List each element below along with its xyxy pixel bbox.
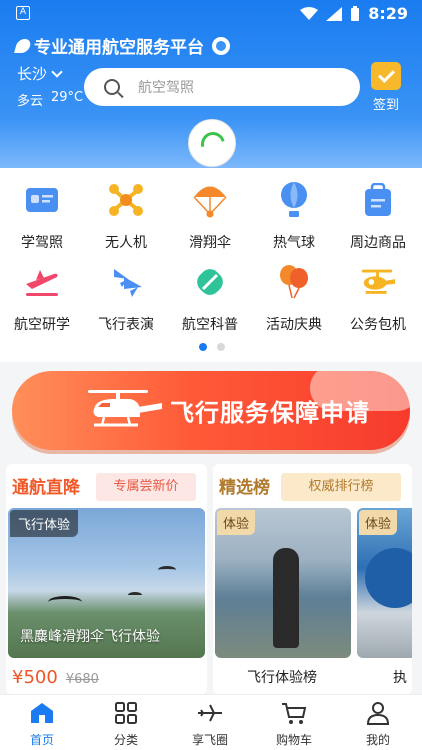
ranking-card[interactable]: 精选榜 权威排行榜 体验 体验 飞行体验榜 执 [213,464,412,694]
grid-icon [115,702,137,724]
card-title: 精选榜 [219,478,270,498]
paraglider-shape [48,596,82,608]
wifi-icon [300,6,319,20]
banner-title: 飞行服务保障申请 [170,399,370,427]
weather-desc: 多云 [17,94,44,109]
status-time: 8:29 [368,4,408,23]
helicopter-icon [88,390,162,427]
jets-icon [108,264,144,300]
signal-icon [326,6,343,21]
price-row: ¥500 ¥680 [12,667,99,688]
brand-logo: 专业通用航空服务平台 [14,33,230,58]
promo-card[interactable]: 通航直降 专属尝新价 飞行体验 黑麋峰滑翔伞飞行体验 ¥500 ¥680 [6,464,207,694]
airplane-takeoff-icon [24,264,60,300]
ranking-photo[interactable]: 体验 [215,508,351,658]
home-icon [31,703,53,723]
city-name: 长沙 [17,65,48,83]
tab-home[interactable]: 首页 [12,701,72,748]
photo-badge: 体验 [217,510,256,535]
search-bar[interactable]: 航空驾照 [84,68,360,106]
user-icon [366,702,390,725]
category-item[interactable]: 学驾照 [0,182,84,252]
photo-caption: 黑麋峰滑翔伞飞行体验 [20,629,160,645]
science-icon [192,264,228,300]
tab-cart[interactable]: 购物车 [264,701,324,748]
license-card-icon [24,182,60,218]
checkin-label: 签到 [372,98,399,113]
card-tag[interactable]: 权威排行榜 [281,473,401,501]
original-price: ¥680 [65,672,99,687]
weather-info: 多云 29°C [17,90,83,109]
status-bar: A 8:29 [0,0,422,30]
calendar-check-icon [371,62,401,90]
cart-icon [282,703,307,724]
category-item[interactable]: 航空科普 [168,264,252,334]
parachute-icon [192,182,228,218]
page-indicator [199,343,225,351]
flight-service-banner[interactable]: 飞行服务保障申请 [12,371,410,450]
category-item[interactable]: 公务包机 [336,264,420,334]
photo-badge: 体验 [359,510,398,535]
airplane-icon [198,704,222,722]
tab-community[interactable]: 享飞圈 [180,701,240,748]
product-photo[interactable]: 飞行体验 黑麋峰滑翔伞飞行体验 [8,508,205,658]
photo-badge: 飞行体验 [10,510,79,537]
city-selector[interactable]: 长沙 [17,63,63,84]
page-dot-active[interactable] [199,343,207,351]
paraglider-shape [158,566,176,574]
ranking-photo[interactable]: 体验 [357,508,412,658]
category-item[interactable]: 无人机 [84,182,168,252]
category-item[interactable]: 活动庆典 [252,264,336,334]
search-placeholder: 航空驾照 [138,80,194,96]
category-item[interactable]: 滑翔伞 [168,182,252,252]
checkin-button[interactable]: 签到 [369,62,403,113]
ranking-caption: 执 [393,670,407,686]
page-dot[interactable] [217,343,225,351]
category-item[interactable]: 飞行表演 [84,264,168,334]
loading-spinner [188,119,236,167]
hot-air-balloon-icon [276,182,312,218]
card-tag[interactable]: 专属尝新价 [96,473,196,501]
card-title: 通航直降 [12,478,80,498]
status-icons: 8:29 [300,4,408,23]
shopping-bag-icon [360,182,396,218]
person-shape [273,548,299,648]
ranking-caption: 飞行体验榜 [247,670,317,686]
brand-slogan: 专业通用航空服务平台 [34,38,204,58]
tab-category[interactable]: 分类 [96,701,156,748]
app-indicator-icon: A [16,6,30,20]
paraglider-shape [128,592,142,598]
fan-icon [212,36,230,55]
chevron-down-icon [51,65,63,78]
search-icon [104,79,120,95]
brand-mark-icon [14,38,32,53]
aircraft-shape [365,548,412,608]
temperature: 29°C [51,90,84,105]
balloons-icon [276,264,312,300]
category-item[interactable]: 周边商品 [336,182,420,252]
category-grid: 学驾照 无人机 滑翔伞 热气球 周边商品 航空研学 飞行表演 航空科普 活动庆典… [0,168,422,362]
category-item[interactable]: 热气球 [252,182,336,252]
tab-profile[interactable]: 我的 [348,701,408,748]
battery-icon [351,5,360,21]
category-item[interactable]: 航空研学 [0,264,84,334]
drone-icon [108,182,144,218]
helicopter-icon [360,264,396,300]
bottom-tab-bar: 首页 分类 享飞圈 购物车 我的 [0,694,422,750]
price: ¥500 [12,667,58,688]
